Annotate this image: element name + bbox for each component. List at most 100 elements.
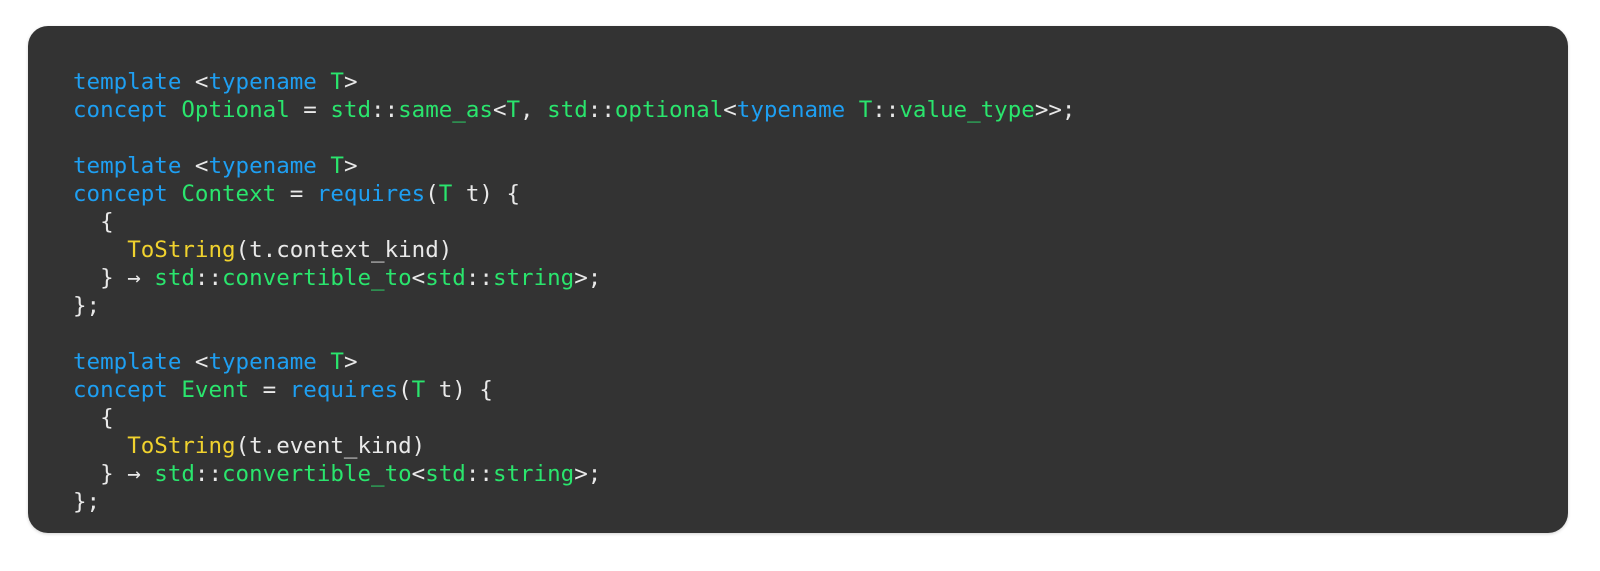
- code-line: template <typename T>: [73, 152, 1568, 180]
- code-token: std: [547, 97, 588, 123]
- code-token: convertible_to: [222, 461, 412, 487]
- code-line: template <typename T>: [73, 348, 1568, 376]
- code-token: };: [73, 489, 101, 515]
- code-token: Event: [181, 377, 250, 403]
- code-token: template: [73, 153, 182, 179]
- code-line: {: [73, 208, 1568, 236]
- code-line: concept Event = requires(T t) {: [73, 376, 1568, 404]
- code-token: >;: [574, 265, 602, 291]
- code-token: (t.event_kind): [235, 433, 426, 459]
- code-token: same_as: [398, 97, 493, 123]
- code-token: std: [154, 265, 195, 291]
- code-token: <: [411, 461, 426, 487]
- code-token: ::: [465, 461, 493, 487]
- code-token: concept: [73, 97, 168, 123]
- code-token: std: [425, 461, 466, 487]
- code-token: requires: [289, 377, 399, 403]
- code-token: <: [492, 97, 507, 123]
- code-token: template: [73, 349, 182, 375]
- code-token: optional: [614, 97, 724, 123]
- code-token: (: [398, 377, 412, 403]
- code-token: Context: [181, 181, 277, 207]
- code-token: convertible_to: [222, 265, 412, 291]
- code-token: >: [343, 153, 358, 179]
- code-token: ToString: [127, 433, 236, 459]
- code-token: value_type: [899, 97, 1035, 123]
- code-token: {: [73, 405, 114, 431]
- code-token: T: [330, 69, 344, 95]
- code-token: ::: [587, 97, 615, 123]
- code-token: =: [289, 97, 331, 123]
- code-token: <: [194, 349, 209, 375]
- code-token: T: [330, 153, 344, 179]
- code-token: {: [73, 209, 114, 235]
- code-token: concept: [73, 377, 168, 403]
- code-line: ToString(t.context_kind): [73, 236, 1568, 264]
- code-token: >: [343, 69, 358, 95]
- code-token: ::: [194, 461, 223, 487]
- code-token: <: [723, 97, 737, 123]
- code-token: <: [194, 69, 209, 95]
- code-token: <: [194, 153, 209, 179]
- code-token: ::: [194, 265, 223, 291]
- code-line: concept Context = requires(T t) {: [73, 180, 1568, 208]
- code-token: Optional: [181, 97, 290, 123]
- code-token: } →: [73, 265, 155, 291]
- code-token: ::: [371, 97, 399, 123]
- code-line: };: [73, 488, 1568, 516]
- code-line: [73, 320, 1568, 348]
- code-token: typename: [736, 97, 846, 123]
- code-token: string: [492, 265, 575, 291]
- code-token: T: [506, 97, 521, 123]
- code-token: ToString: [127, 237, 236, 263]
- code-token: (t.context_kind): [235, 237, 453, 263]
- code-token: ::: [465, 265, 493, 291]
- code-line: };: [73, 292, 1568, 320]
- code-line: template <typename T>: [73, 68, 1568, 96]
- code-token: ::: [872, 97, 900, 123]
- code-line: } → std::convertible_to<std::string>;: [73, 460, 1568, 488]
- code-token: std: [425, 265, 466, 291]
- code-token: requires: [316, 181, 426, 207]
- code-token: concept: [73, 181, 168, 207]
- code-token: =: [249, 377, 290, 403]
- code-token: typename: [208, 153, 317, 179]
- code-token: ,: [520, 97, 548, 123]
- code-token: T: [411, 377, 426, 403]
- code-token: typename: [208, 69, 317, 95]
- code-token: (: [425, 181, 439, 207]
- code-token: <: [411, 265, 426, 291]
- code-token: std: [330, 97, 372, 123]
- code-token: >;: [574, 461, 602, 487]
- code-token: t) {: [425, 377, 493, 403]
- code-token: template: [73, 69, 182, 95]
- code-token: t) {: [452, 181, 521, 207]
- code-card: template <typename T> concept Optional = …: [28, 26, 1568, 533]
- code-token: >>;: [1034, 97, 1076, 123]
- code-line: {: [73, 404, 1568, 432]
- code-block[interactable]: template <typename T> concept Optional = …: [73, 68, 1568, 516]
- code-token: T: [858, 97, 873, 123]
- code-line: ToString(t.event_kind): [73, 432, 1568, 460]
- code-token: string: [492, 461, 575, 487]
- code-line: concept Optional = std::same_as<T, std::…: [73, 96, 1568, 124]
- code-token: };: [73, 293, 101, 319]
- code-token: T: [438, 181, 453, 207]
- code-token: } →: [73, 461, 155, 487]
- code-line: [73, 124, 1568, 152]
- code-token: =: [276, 181, 317, 207]
